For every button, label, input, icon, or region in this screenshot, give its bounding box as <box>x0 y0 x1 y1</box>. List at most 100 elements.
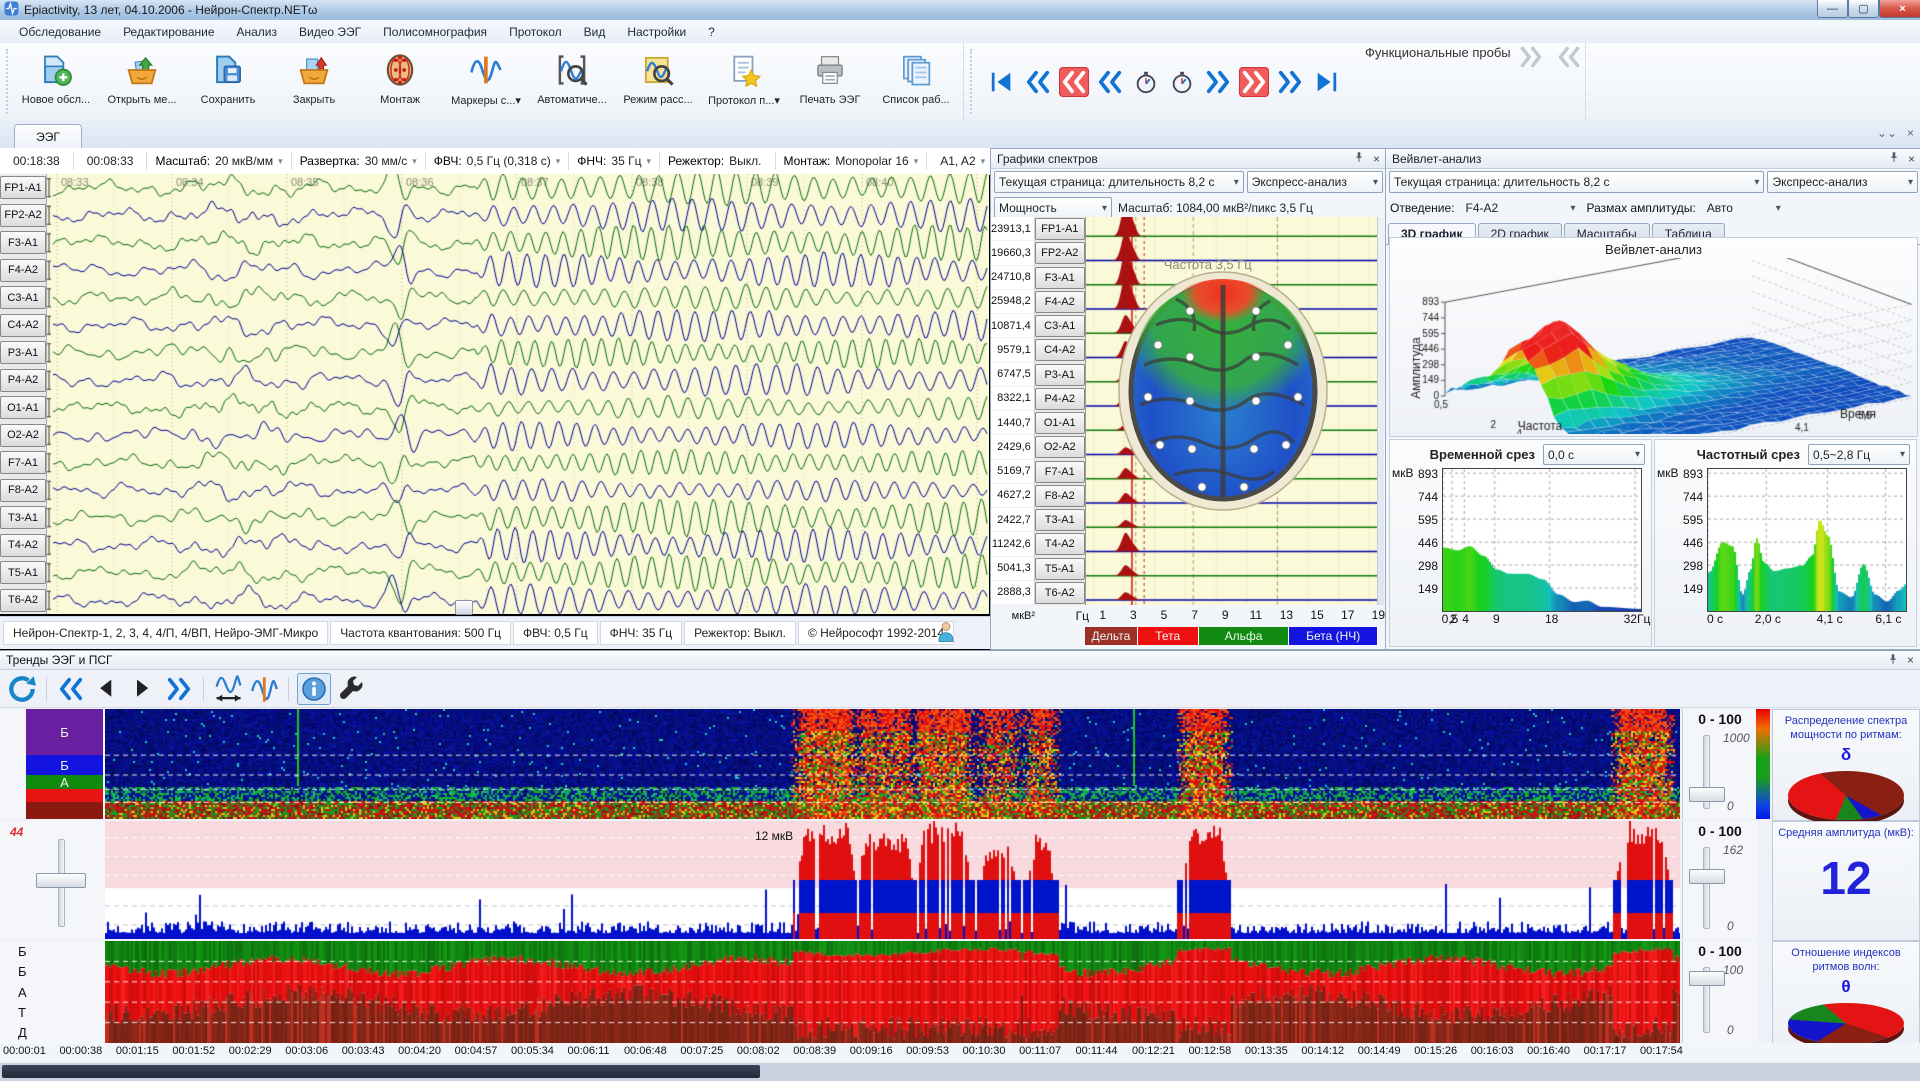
toolbar-button[interactable]: Новое обсл... <box>13 45 99 118</box>
spectra-channel-label[interactable]: T3-A1 <box>1035 509 1085 531</box>
time-slice-chart[interactable] <box>1442 468 1642 612</box>
wavelet-3d-chart[interactable]: Вейвлет-анализ <box>1389 237 1918 437</box>
eeg-horizontal-scrollbar-thumb[interactable] <box>455 600 473 615</box>
trends-scrollbar-thumb[interactable] <box>2 1065 760 1078</box>
eeg-trace-area[interactable] <box>46 174 989 614</box>
spectra-channel-label[interactable]: P3-A1 <box>1035 364 1085 386</box>
sweep-scale-button[interactable] <box>212 674 244 704</box>
toolbar-button[interactable]: Закрыть <box>271 45 357 118</box>
eeg-channel-label[interactable]: O2-A2 <box>0 424 46 447</box>
eeg-channel-label[interactable]: T6-A2 <box>0 589 46 612</box>
toolbar-button[interactable]: Печать ЭЭГ <box>787 45 873 118</box>
wavelet-mode-select[interactable]: Экспресс-анализ <box>1767 171 1918 193</box>
trends-scrollbar[interactable] <box>0 1063 1920 1081</box>
eeg-channel-label[interactable]: C3-A1 <box>0 286 46 309</box>
functional-test-next-icon[interactable] <box>1519 45 1543 118</box>
skip-start-button[interactable] <box>987 67 1017 97</box>
spectra-mode-select[interactable]: Экспресс-анализ <box>1247 171 1383 193</box>
spectra-channel-label[interactable]: F8-A2 <box>1035 485 1085 507</box>
wavelet-page-select[interactable]: Текущая страница: длительность 8,2 с <box>1389 171 1764 193</box>
timer-back-button[interactable] <box>1131 67 1161 97</box>
eeg-channel-label[interactable]: C4-A2 <box>0 314 46 337</box>
toolbar-button[interactable]: Режим расс... <box>615 45 701 118</box>
fast-back-button[interactable] <box>1023 67 1053 97</box>
eeg-channel-label[interactable]: T4-A2 <box>0 534 46 557</box>
eeg-channel-label[interactable]: P4-A2 <box>0 369 46 392</box>
eeg-channel-label[interactable]: O1-A1 <box>0 396 46 419</box>
close-panel-icon[interactable]: × <box>1373 152 1380 166</box>
freq-slice-chart[interactable] <box>1707 468 1907 612</box>
spectra-channel-label[interactable]: P4-A2 <box>1035 388 1085 410</box>
menu-item[interactable]: Полисомнография <box>372 22 498 42</box>
amplitude-trend[interactable] <box>105 821 1680 939</box>
amplitude-scale-slider-thumb[interactable] <box>1689 869 1725 884</box>
close-button[interactable]: × <box>1879 0 1920 18</box>
eeg-setting-field[interactable]: Масштаб: 20 мкВ/мм ▾ <box>147 152 291 170</box>
timer-forward-button[interactable] <box>1167 67 1197 97</box>
spectra-channel-label[interactable]: T4-A2 <box>1035 533 1085 555</box>
pin-icon[interactable] <box>1353 151 1365 166</box>
spectra-measure-select[interactable]: Мощность <box>994 197 1112 219</box>
spectra-channel-label[interactable]: T5-A1 <box>1035 558 1085 580</box>
epoch-forward-button[interactable] <box>1239 67 1269 97</box>
pin-icon[interactable] <box>1888 151 1900 166</box>
fast-forward-button[interactable] <box>1275 67 1305 97</box>
eeg-setting-field[interactable]: ФВЧ: 0,5 Гц (0,318 с) ▾ <box>426 152 570 170</box>
spectra-page-select[interactable]: Текущая страница: длительность 8,2 с <box>994 171 1244 193</box>
close-panel-icon[interactable]: × <box>1908 152 1915 166</box>
spectra-scrollbar[interactable] <box>1377 217 1384 605</box>
spectra-channel-label[interactable]: F4-A2 <box>1035 291 1085 313</box>
page-back-button[interactable] <box>55 674 87 704</box>
eeg-setting-field[interactable]: A1, A2 ▾ <box>927 152 990 170</box>
freq-slice-select[interactable]: 0,5~2,8 Гц <box>1808 444 1910 465</box>
spectra-channel-label[interactable]: O2-A2 <box>1035 436 1085 458</box>
spectra-channel-label[interactable]: FP1-A1 <box>1035 218 1085 240</box>
menu-item[interactable]: Вид <box>573 22 617 42</box>
amplitude-range-select[interactable]: Авто <box>1702 197 1786 219</box>
info-button[interactable] <box>297 673 331 705</box>
eeg-channel-label[interactable]: F4-A2 <box>0 259 46 282</box>
dsa-spectrogram[interactable] <box>105 709 1680 819</box>
eeg-setting-field[interactable]: ФНЧ: 35 Гц ▾ <box>569 152 660 170</box>
eeg-setting-field[interactable]: 00:08:33 <box>74 152 148 170</box>
eeg-setting-field[interactable]: Развертка: 30 мм/с ▾ <box>292 152 426 170</box>
close-tab-icon[interactable]: × <box>1907 126 1914 140</box>
menu-item[interactable]: ? <box>697 22 726 42</box>
toolbar-button[interactable]: Маркеры с...▾ <box>443 45 529 118</box>
menu-item[interactable]: Редактирование <box>112 22 225 42</box>
minimize-button[interactable]: — <box>1817 0 1848 18</box>
eeg-channel-label[interactable]: F8-A2 <box>0 479 46 502</box>
step-forward-button[interactable] <box>127 674 159 704</box>
settings-button[interactable] <box>335 674 367 704</box>
eeg-channel-label[interactable]: FP1-A1 <box>0 176 46 199</box>
refresh-button[interactable] <box>6 674 38 704</box>
toolbar-button[interactable]: Открыть ме... <box>99 45 185 118</box>
page-forward-button[interactable] <box>1203 67 1233 97</box>
step-back-button[interactable] <box>91 674 123 704</box>
spectra-channel-label[interactable]: F7-A1 <box>1035 461 1085 483</box>
eeg-channel-label[interactable]: P3-A1 <box>0 341 46 364</box>
eeg-setting-field[interactable]: 00:18:38 <box>0 152 74 170</box>
maximize-button[interactable]: ▢ <box>1848 0 1879 18</box>
toolbar-button[interactable]: Автоматиче... <box>529 45 615 118</box>
toolbar-button[interactable]: Сохранить <box>185 45 271 118</box>
dsa-scale-slider-thumb[interactable] <box>1689 787 1725 802</box>
time-slice-select[interactable]: 0,0 с <box>1543 444 1645 465</box>
eeg-setting-field[interactable]: Монтаж: Monopolar 16 ▾ <box>776 152 928 170</box>
spectra-channel-label[interactable]: T6-A2 <box>1035 582 1085 604</box>
menu-item[interactable]: Видео ЭЭГ <box>288 22 372 42</box>
spectra-channel-label[interactable]: O1-A1 <box>1035 412 1085 434</box>
amplitude-left-slider-thumb[interactable] <box>36 873 86 888</box>
page-back-button[interactable] <box>1095 67 1125 97</box>
amplitude-scale-slider[interactable] <box>1703 847 1710 929</box>
eeg-channel-label[interactable]: F3-A1 <box>0 231 46 254</box>
page-forward-button[interactable] <box>163 674 195 704</box>
eeg-channel-label[interactable]: T3-A1 <box>0 506 46 529</box>
menu-item[interactable]: Настройки <box>616 22 697 42</box>
skip-end-button[interactable] <box>1311 67 1341 97</box>
epoch-back-button[interactable] <box>1059 67 1089 97</box>
pin-icon[interactable] <box>1887 653 1899 668</box>
menu-item[interactable]: Анализ <box>226 22 289 42</box>
eeg-channel-label[interactable]: FP2-A2 <box>0 204 46 227</box>
eeg-channel-label[interactable]: F7-A1 <box>0 451 46 474</box>
